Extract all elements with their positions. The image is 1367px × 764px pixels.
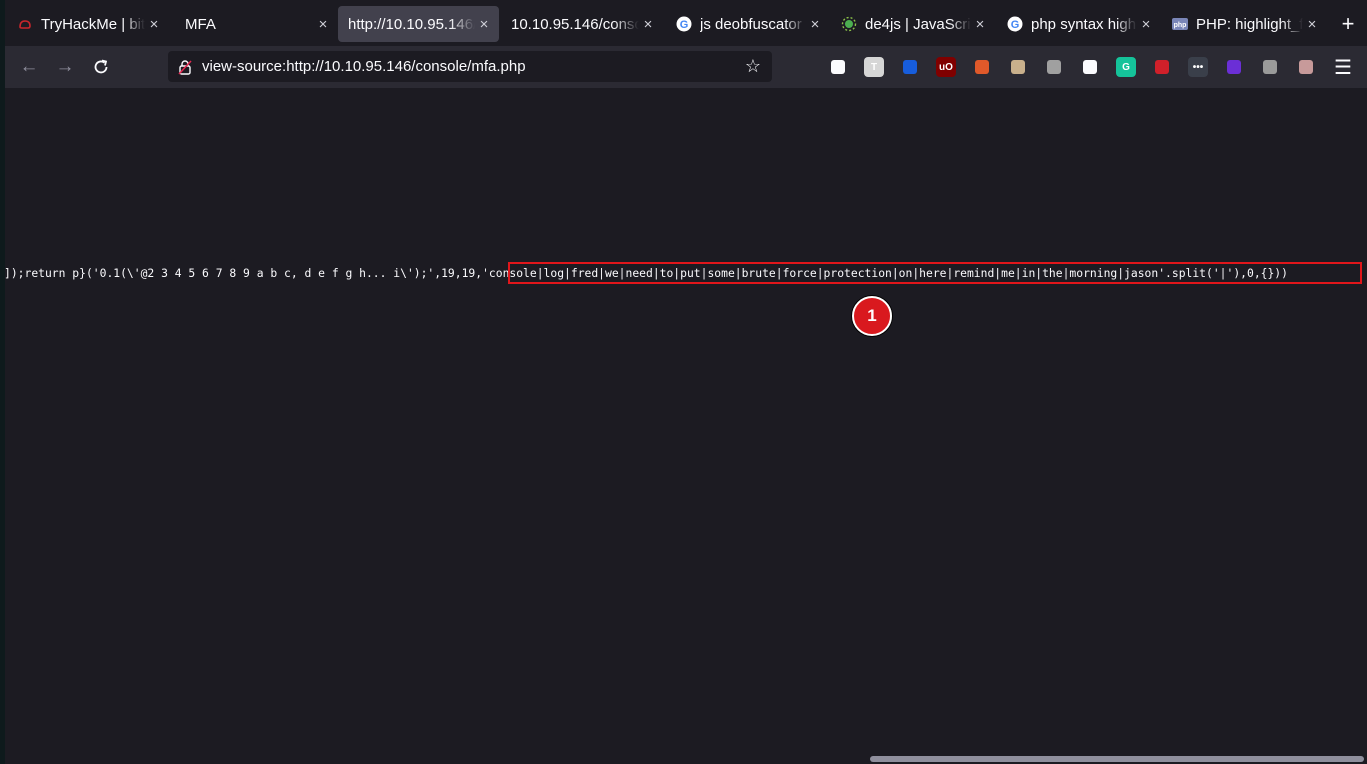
cookie-editor-icon[interactable]: [1008, 57, 1028, 77]
t-extension-icon[interactable]: T: [864, 57, 884, 77]
source-code-before: ]);return p}('0.1(\'@2 3 4 5 6 7 8 9 a b…: [5, 266, 483, 280]
close-icon[interactable]: ×: [639, 16, 657, 33]
greasemonkey-icon[interactable]: [1080, 57, 1100, 77]
google-icon: G: [676, 16, 692, 32]
php-icon: php: [1172, 16, 1188, 32]
tab-js-deobfuscator[interactable]: G js deobfuscator ×: [666, 6, 830, 42]
forward-button[interactable]: →: [51, 54, 79, 80]
navigation-toolbar: ← → view-source:http://10.10.95.146/cons…: [5, 46, 1367, 88]
svg-text:php: php: [1174, 22, 1187, 29]
tab-title: js deobfuscator: [700, 15, 802, 33]
close-icon[interactable]: ×: [1303, 16, 1321, 33]
grammarly-icon[interactable]: G: [1116, 57, 1136, 77]
close-icon[interactable]: ×: [314, 16, 332, 33]
tab-title: php syntax highli: [1031, 15, 1137, 33]
annotation-marker: 1: [852, 296, 892, 336]
tab-strip: TryHackMe | bite × MFA × http://10.10.95…: [5, 0, 1367, 46]
insecure-lock-icon: [176, 58, 194, 76]
pink-extension-icon[interactable]: [1296, 57, 1316, 77]
reload-button[interactable]: [87, 54, 115, 80]
tab-title: 10.10.95.146/console: [511, 15, 639, 33]
close-icon[interactable]: ×: [1137, 16, 1155, 33]
new-tab-button[interactable]: +: [1333, 8, 1363, 40]
bitwarden-icon[interactable]: [900, 57, 920, 77]
tab-mfa[interactable]: MFA ×: [175, 6, 338, 42]
tab-title: http://10.10.95.146/c: [348, 15, 475, 33]
google-icon: G: [1007, 16, 1023, 32]
menu-button[interactable]: ☰: [1329, 54, 1357, 80]
hacktools-icon[interactable]: [1152, 57, 1172, 77]
ublock-icon[interactable]: uO: [936, 57, 956, 77]
tab-de4js[interactable]: de4js | JavaScript ×: [831, 6, 995, 42]
hat-extension-icon[interactable]: [1260, 57, 1280, 77]
wappalyzer-icon[interactable]: [972, 57, 992, 77]
tab-php-highlight[interactable]: php PHP: highlight_fi ×: [1162, 6, 1327, 42]
horizontal-scrollbar[interactable]: [5, 752, 1367, 764]
dots-extension-icon[interactable]: •••: [1188, 57, 1208, 77]
svg-text:G: G: [1011, 19, 1020, 31]
close-icon[interactable]: ×: [971, 16, 989, 33]
pocket-icon[interactable]: [828, 57, 848, 77]
close-icon[interactable]: ×: [475, 16, 493, 33]
back-button[interactable]: ←: [15, 54, 43, 80]
url-text: view-source:http://10.10.95.146/console/…: [202, 58, 526, 75]
tab-title: PHP: highlight_fi: [1196, 15, 1303, 33]
tab-php-syntax[interactable]: G php syntax highli ×: [997, 6, 1161, 42]
url-bar[interactable]: view-source:http://10.10.95.146/console/…: [168, 51, 772, 82]
highlight-box: [508, 262, 1362, 284]
page-source-view: ]);return p}('0.1(\'@2 3 4 5 6 7 8 9 a b…: [5, 88, 1367, 752]
user-agent-icon[interactable]: [1044, 57, 1064, 77]
tryhackme-icon: [17, 16, 33, 32]
scrollbar-thumb[interactable]: [870, 756, 1364, 762]
close-icon[interactable]: ×: [806, 16, 824, 33]
tab-view-source-active[interactable]: http://10.10.95.146/c ×: [338, 6, 499, 42]
de4js-icon: [841, 16, 857, 32]
bookmark-star-icon[interactable]: ☆: [742, 56, 764, 77]
tab-title: MFA: [185, 15, 216, 33]
reload-icon: [94, 59, 108, 74]
tab-title: TryHackMe | bite: [41, 15, 145, 33]
tab-title: de4js | JavaScript: [865, 15, 971, 33]
tab-tryhackme[interactable]: TryHackMe | bite ×: [7, 6, 169, 42]
tab-console[interactable]: 10.10.95.146/console ×: [501, 6, 663, 42]
svg-text:G: G: [680, 19, 689, 31]
purple-extension-icon[interactable]: [1224, 57, 1244, 77]
close-icon[interactable]: ×: [145, 16, 163, 33]
